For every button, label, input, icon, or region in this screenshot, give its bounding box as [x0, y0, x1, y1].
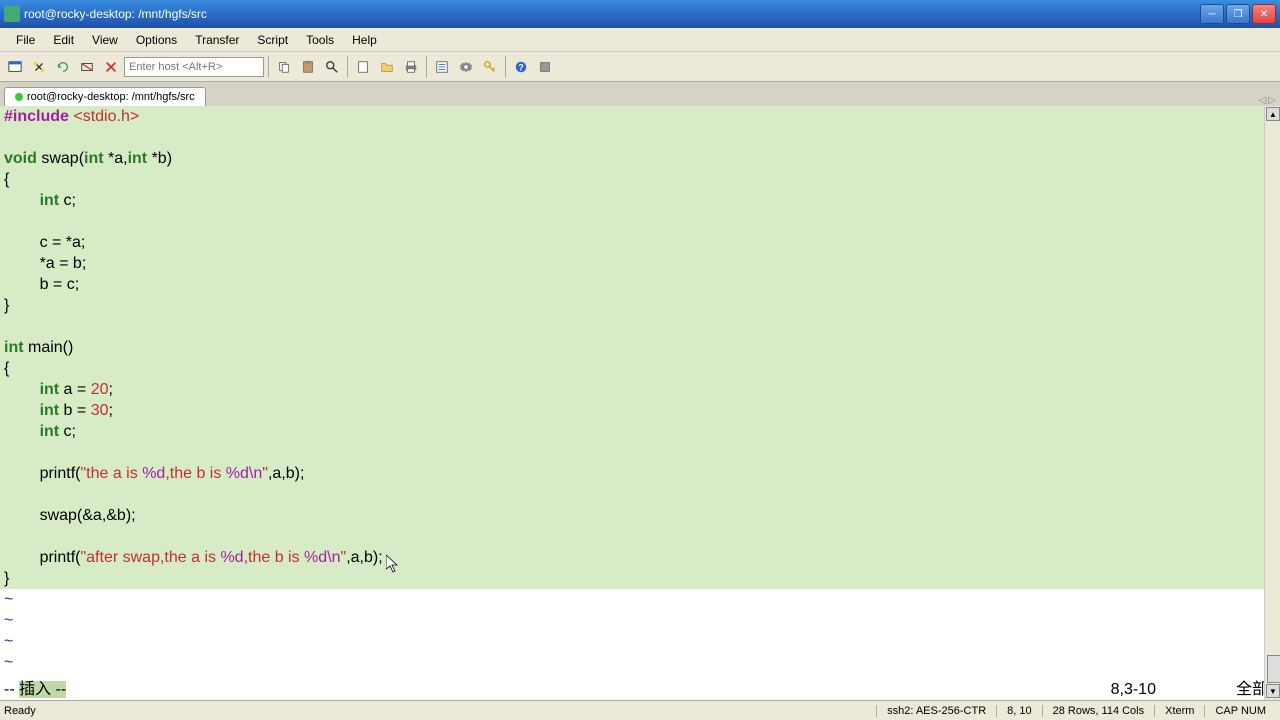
menu-file[interactable]: File [8, 31, 43, 49]
minimize-button[interactable]: ─ [1200, 4, 1224, 24]
copy-icon[interactable] [273, 56, 295, 78]
settings-icon[interactable] [455, 56, 477, 78]
svg-text:?: ? [518, 62, 523, 72]
host-input[interactable] [124, 57, 264, 77]
vim-tildes: ~~~~ [0, 589, 1280, 673]
open-icon[interactable] [376, 56, 398, 78]
menu-view[interactable]: View [84, 31, 126, 49]
find-icon[interactable] [321, 56, 343, 78]
vim-statusline: -- 插入 -- 8,3-10 全部 [0, 679, 1280, 700]
terminal-editor[interactable]: #include <stdio.h> void swap(int *a,int … [0, 106, 1280, 700]
properties-icon[interactable] [431, 56, 453, 78]
vim-mode: 插入 -- [19, 681, 66, 698]
toolbar: ? [0, 52, 1280, 82]
maximize-button[interactable]: ❐ [1226, 4, 1250, 24]
disconnect-icon[interactable] [76, 56, 98, 78]
status-position: 8, 10 [996, 705, 1041, 717]
terminal-icon[interactable] [4, 56, 26, 78]
app-icon [4, 6, 20, 22]
status-ready: Ready [4, 705, 876, 717]
vertical-scrollbar[interactable]: ▲ ▼ [1264, 106, 1280, 700]
new-icon[interactable] [352, 56, 374, 78]
tabbar: root@rocky-desktop: /mnt/hgfs/src ◁ ▷ [0, 82, 1280, 106]
status-caps: CAP NUM [1204, 705, 1276, 717]
close-button[interactable]: ✕ [1252, 4, 1276, 24]
connect-icon[interactable] [28, 56, 50, 78]
statusbar: Ready ssh2: AES-256-CTR 8, 10 28 Rows, 1… [0, 700, 1280, 720]
connection-led-icon [15, 93, 23, 101]
code-content: #include <stdio.h> void swap(int *a,int … [0, 106, 1280, 589]
tab-next-icon[interactable]: ▷ [1268, 95, 1276, 106]
print-icon[interactable] [400, 56, 422, 78]
about-icon[interactable] [534, 56, 556, 78]
menubar: File Edit View Options Transfer Script T… [0, 28, 1280, 52]
session-tab[interactable]: root@rocky-desktop: /mnt/hgfs/src [4, 87, 206, 106]
status-ssh: ssh2: AES-256-CTR [876, 705, 996, 717]
tab-title: root@rocky-desktop: /mnt/hgfs/src [27, 91, 195, 103]
scroll-up-icon[interactable]: ▲ [1266, 107, 1280, 121]
paste-icon[interactable] [297, 56, 319, 78]
help-icon[interactable]: ? [510, 56, 532, 78]
menu-script[interactable]: Script [249, 31, 296, 49]
menu-edit[interactable]: Edit [45, 31, 82, 49]
menu-transfer[interactable]: Transfer [187, 31, 247, 49]
menu-tools[interactable]: Tools [298, 31, 342, 49]
tab-prev-icon[interactable]: ◁ [1259, 95, 1267, 106]
key-icon[interactable] [479, 56, 501, 78]
vim-cursor-pos: 8,3-10 [66, 679, 1236, 700]
reconnect-icon[interactable] [52, 56, 74, 78]
status-size: 28 Rows, 114 Cols [1042, 705, 1155, 717]
window-titlebar: root@rocky-desktop: /mnt/hgfs/src ─ ❐ ✕ [0, 0, 1280, 28]
menu-options[interactable]: Options [128, 31, 185, 49]
scroll-thumb[interactable] [1267, 655, 1280, 683]
vim-mode-prefix: -- [4, 681, 19, 698]
disconnect-all-icon[interactable] [100, 56, 122, 78]
menu-help[interactable]: Help [344, 31, 385, 49]
window-title: root@rocky-desktop: /mnt/hgfs/src [24, 7, 1200, 21]
scroll-down-icon[interactable]: ▼ [1266, 684, 1280, 698]
status-term: Xterm [1154, 705, 1204, 717]
